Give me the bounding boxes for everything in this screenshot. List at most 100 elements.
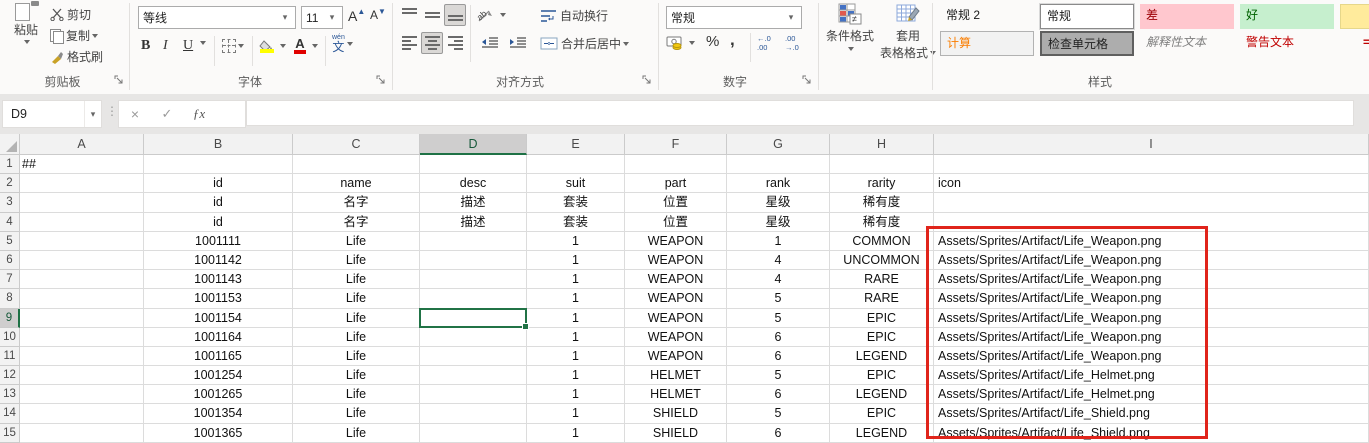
cell-G1[interactable] (727, 155, 830, 174)
cell-C7[interactable]: Life (293, 270, 420, 289)
cell-I3[interactable] (934, 193, 1369, 212)
column-header-D[interactable]: D (420, 134, 527, 155)
cell-style-explanatory[interactable]: 解释性文本 (1140, 31, 1234, 56)
cell-F10[interactable]: WEAPON (625, 328, 727, 347)
cell-H2[interactable]: rarity (830, 174, 934, 193)
cell-H8[interactable]: RARE (830, 289, 934, 308)
copy-button[interactable]: 复制 (50, 27, 98, 44)
cell-C6[interactable]: Life (293, 251, 420, 270)
formula-bar-splitter[interactable]: ⋮ (106, 104, 118, 118)
cell-A1[interactable]: ## (20, 155, 144, 174)
row-header-3[interactable]: 3 (0, 193, 20, 212)
cell-E7[interactable]: 1 (527, 270, 625, 289)
cell-E1[interactable] (527, 155, 625, 174)
cell-B10[interactable]: 1001164 (144, 328, 293, 347)
insert-function-icon[interactable]: ƒx (183, 106, 215, 122)
cell-D11[interactable] (420, 347, 527, 366)
cell-G5[interactable]: 1 (727, 232, 830, 251)
column-header-C[interactable]: C (293, 134, 420, 155)
cell-D8[interactable] (420, 289, 527, 308)
cell-B3[interactable]: id (144, 193, 293, 212)
format-painter-button[interactable]: 格式刷 (50, 48, 103, 65)
column-header-I[interactable]: I (934, 134, 1369, 155)
cell-H11[interactable]: LEGEND (830, 347, 934, 366)
column-header-H[interactable]: H (830, 134, 934, 155)
cell-H4[interactable]: 稀有度 (830, 213, 934, 232)
orientation-button[interactable]: ab (477, 7, 506, 23)
cut-button[interactable]: 剪切 (50, 6, 91, 23)
cell-A15[interactable] (20, 424, 144, 443)
cell-C15[interactable]: Life (293, 424, 420, 443)
cell-F12[interactable]: HELMET (625, 366, 727, 385)
align-left-button[interactable] (398, 32, 420, 54)
cell-G10[interactable]: 6 (727, 328, 830, 347)
cell-B15[interactable]: 1001365 (144, 424, 293, 443)
cell-B5[interactable]: 1001111 (144, 232, 293, 251)
clipboard-dialog-launcher-icon[interactable] (114, 75, 125, 86)
cell-F1[interactable] (625, 155, 727, 174)
font-dialog-launcher-icon[interactable] (376, 75, 387, 86)
cell-A4[interactable] (20, 213, 144, 232)
font-color-button[interactable]: A (293, 36, 318, 55)
cell-F14[interactable]: SHIELD (625, 404, 727, 423)
cell-D10[interactable] (420, 328, 527, 347)
conditional-formatting-button[interactable]: ≠ 条件格式 (822, 3, 878, 51)
cell-H3[interactable]: 稀有度 (830, 193, 934, 212)
cell-I11[interactable]: Assets/Sprites/Artifact/Life_Weapon.png (934, 347, 1369, 366)
cell-A14[interactable] (20, 404, 144, 423)
cell-style-warning[interactable]: 警告文本 (1240, 31, 1334, 56)
underline-button[interactable]: U (183, 38, 193, 54)
cell-B14[interactable]: 1001354 (144, 404, 293, 423)
comma-style-button[interactable]: , (730, 30, 735, 50)
cell-H12[interactable]: EPIC (830, 366, 934, 385)
cell-A5[interactable] (20, 232, 144, 251)
cell-C8[interactable]: Life (293, 289, 420, 308)
row-header-9[interactable]: 9 (0, 309, 20, 328)
fill-color-button[interactable] (259, 37, 286, 54)
cell-G4[interactable]: 星级 (727, 213, 830, 232)
column-header-F[interactable]: F (625, 134, 727, 155)
cell-style-partial[interactable]: = (1357, 31, 1369, 56)
number-dialog-launcher-icon[interactable] (802, 75, 813, 86)
cell-G14[interactable]: 5 (727, 404, 830, 423)
cell-C9[interactable]: Life (293, 309, 420, 328)
middle-align-button[interactable] (421, 4, 443, 26)
cell-I14[interactable]: Assets/Sprites/Artifact/Life_Shield.png (934, 404, 1369, 423)
cell-G7[interactable]: 4 (727, 270, 830, 289)
cell-E11[interactable]: 1 (527, 347, 625, 366)
row-header-8[interactable]: 8 (0, 289, 20, 308)
cell-H1[interactable] (830, 155, 934, 174)
bold-button[interactable]: B (141, 38, 150, 54)
cell-I6[interactable]: Assets/Sprites/Artifact/Life_Weapon.png (934, 251, 1369, 270)
cell-style-normal2[interactable]: 常规 2 (940, 4, 1034, 29)
cell-G6[interactable]: 4 (727, 251, 830, 270)
cell-F13[interactable]: HELMET (625, 385, 727, 404)
cell-C10[interactable]: Life (293, 328, 420, 347)
formula-input[interactable] (246, 100, 1354, 126)
select-all-corner[interactable] (0, 134, 20, 155)
row-header-11[interactable]: 11 (0, 347, 20, 366)
cell-E5[interactable]: 1 (527, 232, 625, 251)
cell-H13[interactable]: LEGEND (830, 385, 934, 404)
cell-F11[interactable]: WEAPON (625, 347, 727, 366)
cell-H15[interactable]: LEGEND (830, 424, 934, 443)
cell-B4[interactable]: id (144, 213, 293, 232)
column-header-E[interactable]: E (527, 134, 625, 155)
cell-B7[interactable]: 1001143 (144, 270, 293, 289)
cell-B13[interactable]: 1001265 (144, 385, 293, 404)
cell-A2[interactable] (20, 174, 144, 193)
row-header-14[interactable]: 14 (0, 404, 20, 423)
name-box-dropdown-caret[interactable]: ▾ (84, 101, 101, 127)
paste-button[interactable]: 粘贴 (6, 3, 46, 44)
align-center-button[interactable] (421, 32, 443, 54)
percent-style-button[interactable]: % (706, 33, 719, 50)
cell-A3[interactable] (20, 193, 144, 212)
cell-C2[interactable]: name (293, 174, 420, 193)
increase-decimal-button[interactable]: ←.0 .00 (757, 34, 771, 52)
cell-H10[interactable]: EPIC (830, 328, 934, 347)
top-align-button[interactable] (398, 4, 420, 26)
cell-H9[interactable]: EPIC (830, 309, 934, 328)
cell-F3[interactable]: 位置 (625, 193, 727, 212)
cell-C14[interactable]: Life (293, 404, 420, 423)
cell-C3[interactable]: 名字 (293, 193, 420, 212)
